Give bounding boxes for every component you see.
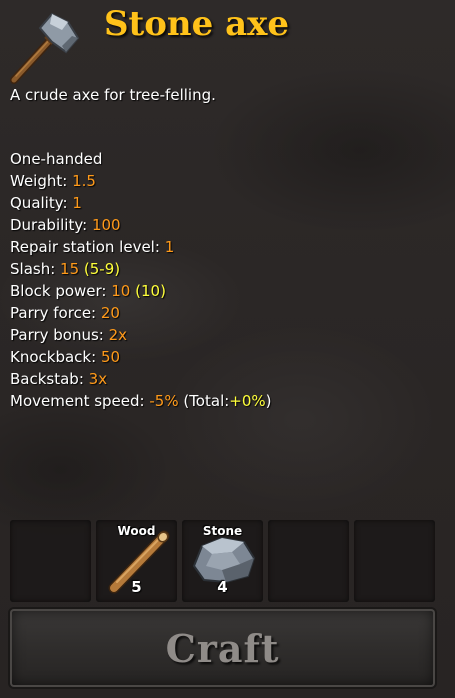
stat-backstab: Backstab: 3x	[10, 370, 108, 388]
requirements-row: Wood 5 Stone 4	[10, 520, 437, 602]
stone-axe-icon	[10, 12, 80, 84]
item-description: A crude axe for tree-felling.	[10, 86, 216, 104]
requirement-slot-wood[interactable]: Wood 5	[96, 520, 177, 602]
crafting-panel: Stone axe A crude axe for tree-felling. …	[0, 0, 455, 698]
stat-knockback: Knockback: 50	[10, 348, 121, 366]
requirement-slot-empty	[268, 520, 349, 602]
stat-movement-speed: Movement speed: -5% (Total:+0%)	[10, 392, 272, 410]
requirement-slot-stone[interactable]: Stone 4	[182, 520, 263, 602]
stat-weight: Weight: 1.5	[10, 172, 96, 190]
stat-block-power: Block power: 10 (10)	[10, 282, 166, 300]
item-title: Stone axe	[104, 4, 290, 44]
requirement-slot-empty	[354, 520, 435, 602]
stat-parry-force: Parry force: 20	[10, 304, 120, 322]
requirement-amount: 5	[131, 578, 142, 596]
requirement-amount: 4	[217, 578, 228, 596]
stat-durability: Durability: 100	[10, 216, 121, 234]
stat-repair-station-level: Repair station level: 1	[10, 238, 175, 256]
stat-parry-bonus: Parry bonus: 2x	[10, 326, 128, 344]
craft-button-label: Craft	[165, 625, 280, 671]
stat-slash: Slash: 15 (5-9)	[10, 260, 121, 278]
stat-handedness: One-handed	[10, 150, 103, 168]
stat-quality: Quality: 1	[10, 194, 82, 212]
requirement-name: Wood	[117, 524, 156, 538]
requirement-name: Stone	[202, 524, 243, 538]
craft-button[interactable]: Craft	[10, 609, 435, 687]
stats-list: One-handed Weight: 1.5 Quality: 1 Durabi…	[10, 148, 272, 412]
requirement-slot-empty	[10, 520, 91, 602]
